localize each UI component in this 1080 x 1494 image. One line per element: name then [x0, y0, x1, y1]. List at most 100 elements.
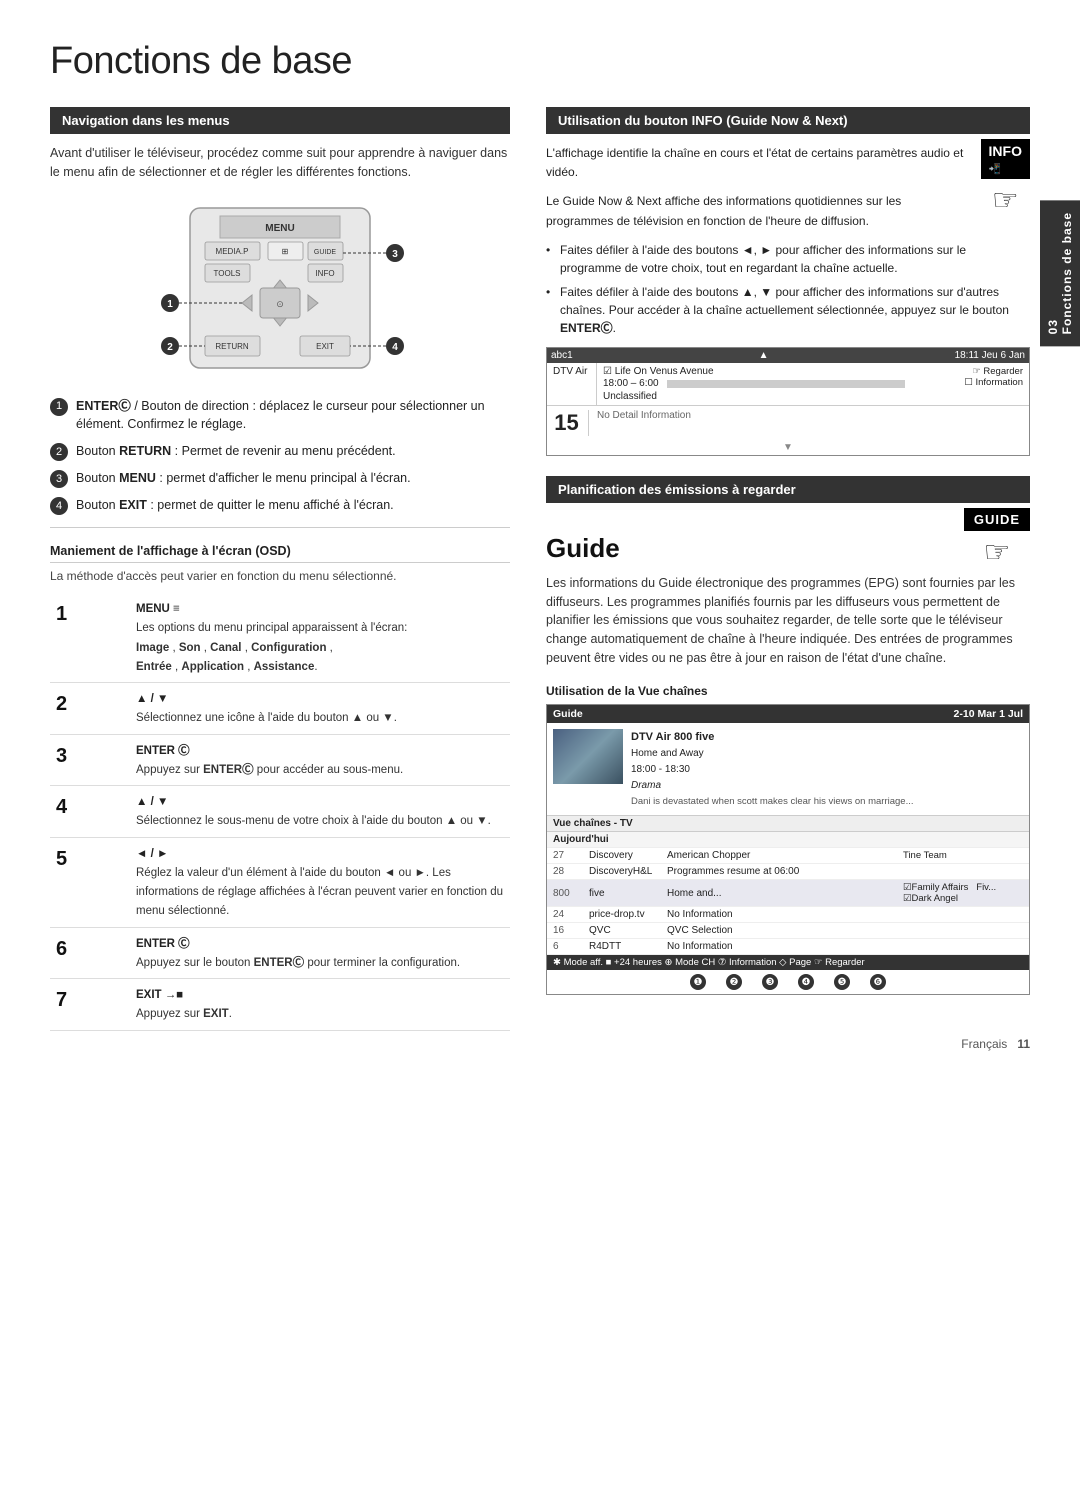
osd-subtitle: La méthode d'accès peut varier en foncti… — [50, 569, 510, 583]
preview-time: 18:00 – 6:00 — [603, 378, 659, 389]
epg-prog-800: Home and... — [667, 888, 895, 899]
epg-thumbnail — [553, 729, 623, 784]
menu-table: 1 MENU ≡ Les options du menu principal a… — [50, 593, 510, 1031]
svg-text:3: 3 — [392, 249, 398, 260]
nav-header-text: Navigation dans les menus — [62, 113, 230, 128]
preview-information: ☐ Information — [955, 377, 1023, 388]
svg-text:GUIDE: GUIDE — [314, 249, 337, 256]
nav-intro: Avant d'utiliser le téléviseur, procédez… — [50, 144, 510, 182]
info-body2: Le Guide Now & Next affiche des informat… — [546, 192, 1030, 230]
epg-ch-24: price-drop.tv — [589, 909, 659, 920]
info-section-header: Utilisation du bouton INFO (Guide Now & … — [546, 107, 1030, 134]
right-column: Utilisation du bouton INFO (Guide Now & … — [546, 107, 1030, 1031]
planif-header: Planification des émissions à regarder — [546, 476, 1030, 503]
epg-header-right: 2-10 Mar 1 Jul — [954, 708, 1023, 720]
epg-today-row: Aujourd'hui — [547, 832, 1029, 848]
info-button-graphic: INFO 📲 ☞ — [981, 139, 1030, 218]
guide-title: Guide — [546, 533, 620, 564]
preview-ch-name: abc1 — [551, 350, 573, 361]
menu-row-4-label: ▲ / ▼ Sélectionnez le sous-menu de votre… — [130, 786, 510, 838]
menu-row-3: 3 ENTER Ⓒ Appuyez sur ENTERⒸ pour accéde… — [50, 734, 510, 786]
remote-numbered-items: 1 ENTERⒸ / Bouton de direction : déplace… — [50, 397, 510, 516]
epg-ch-27: Discovery — [589, 850, 659, 861]
epg-featured-desc: Dani is devastated when scott makes clea… — [631, 794, 914, 809]
remote-item-3: 3 Bouton MENU : permet d'afficher le men… — [50, 469, 510, 488]
page-title: Fonctions de base — [50, 40, 1030, 83]
epg-prog-6: No Information — [667, 941, 895, 952]
epg-today-label: Aujourd'hui — [553, 834, 609, 845]
guide-btn-label: GUIDE — [964, 508, 1030, 531]
menu-row-4-num: 4 — [50, 786, 130, 838]
info-hand-icon: ☞ — [981, 183, 1030, 218]
menu-row-1-label: MENU ≡ Les options du menu principal app… — [130, 593, 510, 683]
chapter-number: 03 — [1046, 319, 1060, 334]
menu-row-5: 5 ◄ / ► Réglez la valeur d'un élément à … — [50, 837, 510, 927]
preview-regarder: ☞ Regarder — [955, 366, 1023, 377]
menu-row-4: 4 ▲ / ▼ Sélectionnez le sous-menu de vot… — [50, 786, 510, 838]
epg-header: Guide 2-10 Mar 1 Jul — [547, 705, 1029, 723]
remote-item-3-text: Bouton MENU : permet d'afficher le menu … — [76, 469, 411, 488]
epg-featured-time: 18:00 - 18:30 — [631, 762, 914, 778]
svg-text:MEDIA.P: MEDIA.P — [216, 247, 249, 256]
remote-item-1-text: ENTERⒸ / Bouton de direction : déplacez … — [76, 397, 510, 435]
epg-row-27: 27 Discovery American Chopper Tine Team — [547, 848, 1029, 864]
page-footer: Français 11 — [961, 1037, 1030, 1051]
epg-row-800: 800 five Home and... ☑Family Affairs Fiv… — [547, 880, 1029, 907]
epg-row-28: 28 DiscoveryH&L Programmes resume at 06:… — [547, 864, 1029, 880]
guide-button-graphic: GUIDE ☞ — [964, 508, 1030, 570]
vue-chaines-title: Utilisation de la Vue chaînes — [546, 684, 1030, 698]
epg-featured-ch: DTV Air 800 five — [631, 729, 914, 747]
epg-num-28: 28 — [553, 866, 581, 877]
osd-title: Maniement de l'affichage à l'écran (OSD) — [50, 544, 510, 563]
svg-text:1: 1 — [167, 299, 173, 310]
guide-now-next-preview: abc1 ▲ 18:11 Jeu 6 Jan DTV Air ☑ Life On… — [546, 347, 1030, 456]
menu-row-2-label: ▲ / ▼ Sélectionnez une icône à l'aide du… — [130, 683, 510, 735]
epg-prog-28: Programmes resume at 06:00 — [667, 866, 895, 877]
epg-section-label: Vue chaînes - TV — [547, 816, 1029, 832]
preview-time-range: 18:11 Jeu 6 Jan — [955, 350, 1025, 361]
menu-row-6-label: ENTER Ⓒ Appuyez sur le bouton ENTERⒸ pou… — [130, 927, 510, 979]
menu-row-7: 7 EXIT →■ Appuyez sur EXIT. — [50, 979, 510, 1031]
preview-status: Unclassified — [603, 391, 943, 402]
planif-header-text: Planification des émissions à regarder — [558, 482, 796, 497]
info-bullets: Faites défiler à l'aide des boutons ◄, ►… — [546, 241, 1030, 337]
menu-row-6-num: 6 — [50, 927, 130, 979]
preview-type: DTV Air — [547, 363, 597, 405]
info-header-text: Utilisation du bouton INFO (Guide Now & … — [558, 113, 848, 128]
svg-text:EXIT: EXIT — [316, 342, 334, 351]
remote-item-4-text: Bouton EXIT : permet de quitter le menu … — [76, 496, 394, 515]
epg-featured-prog: Home and Away — [631, 746, 914, 762]
footer-number: 11 — [1017, 1037, 1030, 1051]
epg-foot-3: ❸ — [762, 974, 778, 990]
menu-row-5-num: 5 — [50, 837, 130, 927]
epg-row-6: 6 R4DTT No Information — [547, 939, 1029, 955]
epg-prog-24: No Information — [667, 909, 895, 920]
epg-box: Guide 2-10 Mar 1 Jul DTV Air 800 five Ho… — [546, 704, 1030, 996]
menu-row-3-label: ENTER Ⓒ Appuyez sur ENTERⒸ pour accéder … — [130, 734, 510, 786]
epg-extra-27: Tine Team — [903, 850, 1023, 861]
preview-actions: ☞ Regarder ☐ Information — [949, 363, 1029, 405]
num-3: 3 — [50, 470, 68, 488]
svg-text:INFO: INFO — [315, 269, 334, 278]
nav-section-header: Navigation dans les menus — [50, 107, 510, 134]
epg-foot-5: ❺ — [834, 974, 850, 990]
svg-text:RETURN: RETURN — [215, 342, 249, 351]
epg-ch-6: R4DTT — [589, 941, 659, 952]
svg-text:2: 2 — [167, 342, 173, 353]
preview-progress-bar — [667, 380, 905, 388]
svg-text:⊞: ⊞ — [282, 247, 289, 256]
epg-featured: DTV Air 800 five Home and Away 18:00 - 1… — [547, 723, 1029, 817]
epg-row-16: 16 QVC QVC Selection — [547, 923, 1029, 939]
epg-featured-genre: Drama — [631, 778, 914, 794]
svg-text:⊙: ⊙ — [276, 299, 284, 309]
num-2: 2 — [50, 443, 68, 461]
menu-row-7-label: EXIT →■ Appuyez sur EXIT. — [130, 979, 510, 1031]
left-column: Navigation dans les menus Avant d'utilis… — [50, 107, 510, 1031]
menu-row-3-num: 3 — [50, 734, 130, 786]
epg-ch-28: DiscoveryH&L — [589, 866, 659, 877]
preview-show: ☑ Life On Venus Avenue — [603, 366, 943, 377]
preview-show-info: ☑ Life On Venus Avenue 18:00 – 6:00 Uncl… — [597, 363, 949, 405]
menu-row-1-num: 1 — [50, 593, 130, 683]
preview-header: abc1 ▲ 18:11 Jeu 6 Jan — [547, 348, 1029, 363]
menu-row-2-num: 2 — [50, 683, 130, 735]
